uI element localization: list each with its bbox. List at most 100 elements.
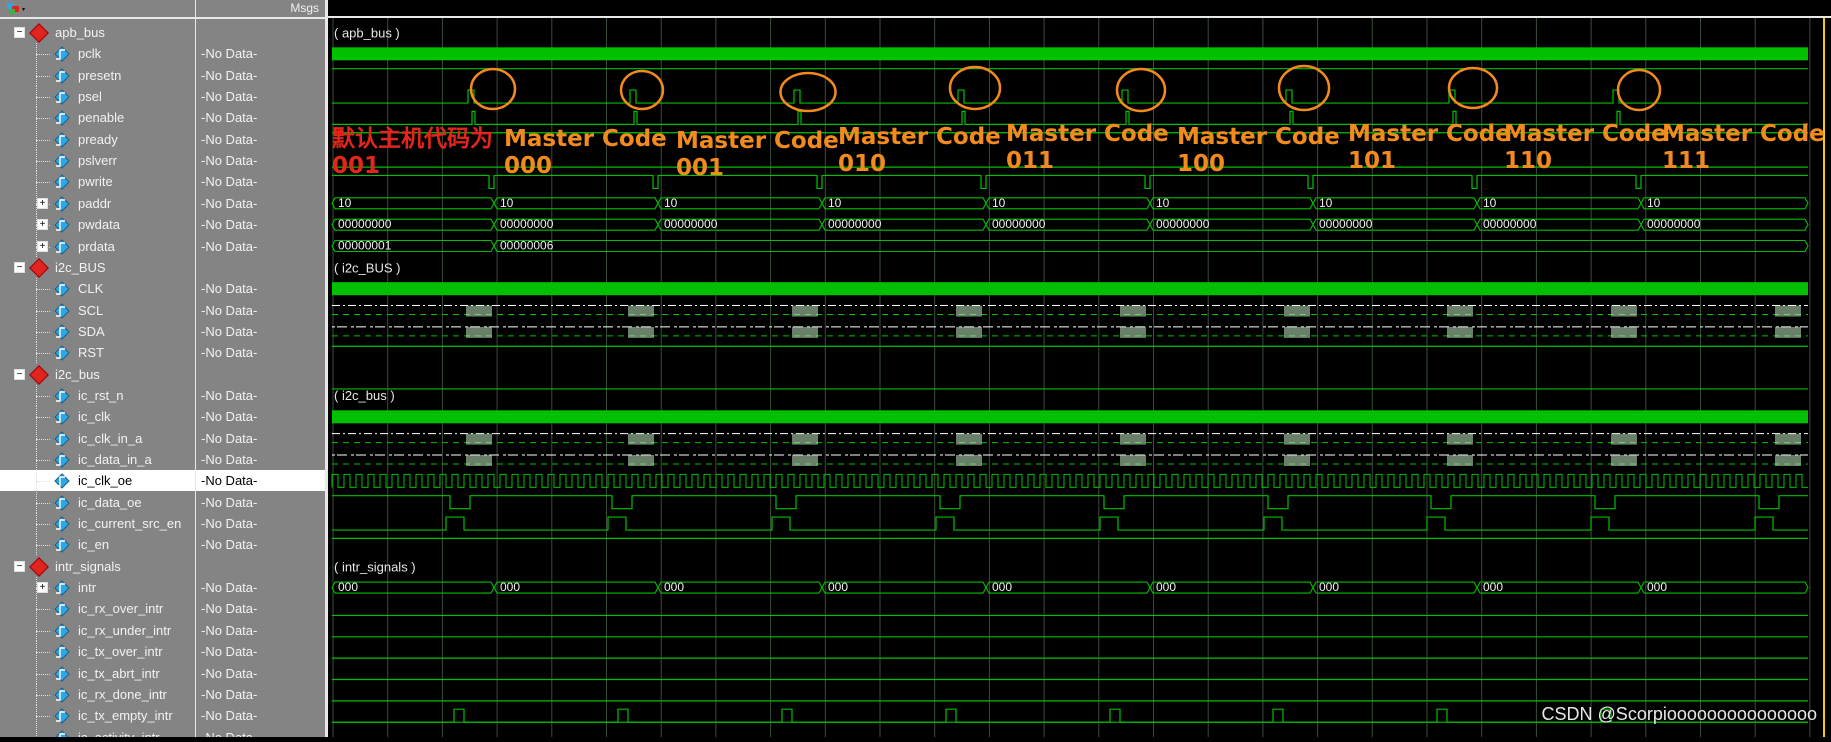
msg-row-intr[interactable]: -No Data- [196, 577, 325, 598]
signal-name: ic_activity_intr [78, 727, 160, 737]
msg-row-ic-tx-over-intr[interactable]: -No Data- [196, 641, 325, 662]
msg-row-ic-tx-empty-intr[interactable]: -No Data- [196, 705, 325, 726]
msg-row-presetn[interactable]: -No Data- [196, 65, 325, 86]
tree-branch [36, 460, 50, 461]
signal-value: -No Data- [201, 430, 258, 446]
msg-row-sda[interactable]: -No Data- [196, 321, 325, 342]
signal-row-ic-clk[interactable]: ic_clk [0, 406, 195, 428]
signal-row-i2c-bus[interactable]: − i2c_bus [0, 364, 195, 385]
msg-row-ic-data-oe[interactable]: -No Data- [196, 492, 325, 513]
msg-row-apb-bus[interactable] [196, 22, 325, 43]
signal-row-intr-signals[interactable]: − intr_signals [0, 556, 195, 577]
msg-row-rst[interactable]: -No Data- [196, 342, 325, 363]
collapse-toggle[interactable]: − [14, 261, 25, 273]
msg-row-clk[interactable]: -No Data- [196, 278, 325, 299]
msg-row-ic-rx-done-intr[interactable]: -No Data- [196, 684, 325, 705]
sda-wave-burst [956, 326, 982, 338]
signal-row-rst[interactable]: RST [0, 342, 195, 364]
msg-row-pwrite[interactable]: -No Data- [196, 171, 325, 192]
tree-branch [36, 395, 50, 397]
signal-name: intr_signals [55, 558, 121, 574]
msg-row-i2c-bus[interactable] [196, 364, 325, 385]
msg-row-ic-data-in-a[interactable]: -No Data- [196, 449, 325, 470]
msg-row-paddr[interactable]: -No Data- [196, 193, 325, 214]
master-code-value: 011 [1006, 148, 1055, 174]
signal-row-ic-tx-empty-intr[interactable]: ic_tx_empty_intr [0, 705, 195, 727]
msg-row-ic-clk-in-a[interactable]: -No Data- [196, 428, 325, 449]
expand-toggle[interactable]: + [37, 240, 48, 252]
signal-row-ic-data-oe[interactable]: ic_data_oe [0, 491, 195, 513]
signal-row-ic-activity-intr[interactable]: ic_activity_intr [0, 726, 195, 737]
signal-row-ic-rst-n[interactable]: ic_rst_n [0, 384, 195, 406]
signal-row-ic-tx-over-intr[interactable]: ic_tx_over_intr [0, 641, 195, 663]
collapse-toggle[interactable]: − [14, 560, 25, 572]
signal-row-presetn[interactable]: presetn [0, 64, 195, 86]
signal-wave-icon [54, 665, 70, 682]
waveform-canvas[interactable]: ( apb_bus ) ( i2c_BUS ) ( i2c_bus ) ( intr_… [328, 0, 1831, 737]
msg-row-prdata[interactable]: -No Data- [196, 236, 325, 257]
master-code-value: 100 [1177, 151, 1226, 177]
pwdata-wave-value: 00000000 [992, 217, 1046, 231]
sda-wave-burst [1775, 326, 1801, 338]
msg-row-scl[interactable]: -No Data- [196, 300, 325, 321]
signal-row-pwdata[interactable]: + pwdata [0, 214, 195, 236]
msg-row-penable[interactable]: -No Data- [196, 107, 325, 128]
collapse-toggle[interactable]: − [14, 27, 25, 38]
msg-row-ic-tx-abrt-intr[interactable]: -No Data- [196, 663, 325, 684]
msg-row-ic-clk-oe[interactable]: -No Data- [196, 470, 325, 492]
signal-name: i2c_bus [55, 366, 100, 382]
waveform-pane[interactable]: ( apb_bus ) ( i2c_BUS ) ( i2c_bus ) ( intr_… [328, 0, 1831, 737]
msg-row-ic-current-src-en[interactable]: -No Data- [196, 513, 325, 534]
msg-row-ic-en[interactable]: -No Data- [196, 534, 325, 555]
toolbar-icon[interactable] [6, 1, 25, 15]
signal-value: -No Data- [201, 110, 258, 126]
signal-row-psel[interactable]: psel [0, 86, 195, 108]
signal-row-pclk[interactable]: pclk [0, 43, 195, 65]
signal-row-intr[interactable]: + intr [0, 577, 195, 599]
msg-row-intr-signals[interactable] [196, 556, 325, 577]
tree-branch [36, 438, 50, 440]
signal-value: -No Data- [201, 601, 258, 617]
signal-row-ic-data-in-a[interactable]: ic_data_in_a [0, 449, 195, 470]
msg-row-i2c-bus[interactable] [196, 257, 325, 278]
signal-row-i2c-bus[interactable]: − i2c_BUS [0, 257, 195, 278]
msg-row-ic-clk[interactable]: -No Data- [196, 406, 325, 427]
signal-row-clk[interactable]: CLK [0, 278, 195, 300]
msg-row-pready[interactable]: -No Data- [196, 129, 325, 150]
signal-row-ic-clk-in-a[interactable]: ic_clk_in_a [0, 427, 195, 449]
signal-row-pwrite[interactable]: pwrite [0, 171, 195, 193]
collapse-toggle[interactable]: − [14, 368, 25, 380]
msg-row-ic-rx-over-intr[interactable]: -No Data- [196, 598, 325, 619]
msg-row-pclk[interactable]: -No Data- [196, 43, 325, 64]
signal-row-ic-en[interactable]: ic_en [0, 534, 195, 556]
msg-row-ic-activity-intr[interactable]: -No Data- [196, 727, 325, 737]
msg-row-psel[interactable]: -No Data- [196, 86, 325, 107]
signal-row-ic-rx-under-intr[interactable]: ic_rx_under_intr [0, 619, 195, 641]
signal-row-paddr[interactable]: + paddr [0, 192, 195, 214]
signal-row-ic-current-src-en[interactable]: ic_current_src_en [0, 513, 195, 535]
signal-row-apb-bus[interactable]: − apb_bus [0, 22, 195, 43]
signal-row-ic-tx-abrt-intr[interactable]: ic_tx_abrt_intr [0, 662, 195, 684]
signal-row-scl[interactable]: SCL [0, 299, 195, 321]
msg-row-ic-rx-under-intr[interactable]: -No Data- [196, 620, 325, 641]
ic-current-src-en-wave [332, 516, 1808, 531]
signal-wave-icon [54, 729, 70, 737]
signal-wave-icon [54, 217, 70, 233]
msg-row-ic-rst-n[interactable]: -No Data- [196, 385, 325, 406]
msg-row-pslverr[interactable]: -No Data- [196, 150, 325, 171]
signal-row-prdata[interactable]: + prdata [0, 235, 195, 257]
expand-toggle[interactable]: + [37, 219, 48, 231]
expand-toggle[interactable]: + [37, 197, 48, 209]
signal-row-ic-rx-over-intr[interactable]: ic_rx_over_intr [0, 598, 195, 620]
signal-row-ic-rx-done-intr[interactable]: ic_rx_done_intr [0, 683, 195, 705]
signal-row-sda[interactable]: SDA [0, 320, 195, 342]
signal-row-pready[interactable]: pready [0, 128, 195, 150]
expand-toggle[interactable]: + [37, 582, 48, 594]
signal-name: pready [78, 131, 118, 147]
signal-row-ic-clk-oe[interactable]: ic_clk_oe [0, 470, 195, 492]
paddr-wave-segment [1149, 197, 1314, 210]
signal-row-penable[interactable]: penable [0, 107, 195, 129]
signal-row-pslverr[interactable]: pslverr [0, 150, 195, 172]
msg-row-pwdata[interactable]: -No Data- [196, 214, 325, 235]
sda-wave-burst [1447, 326, 1473, 338]
